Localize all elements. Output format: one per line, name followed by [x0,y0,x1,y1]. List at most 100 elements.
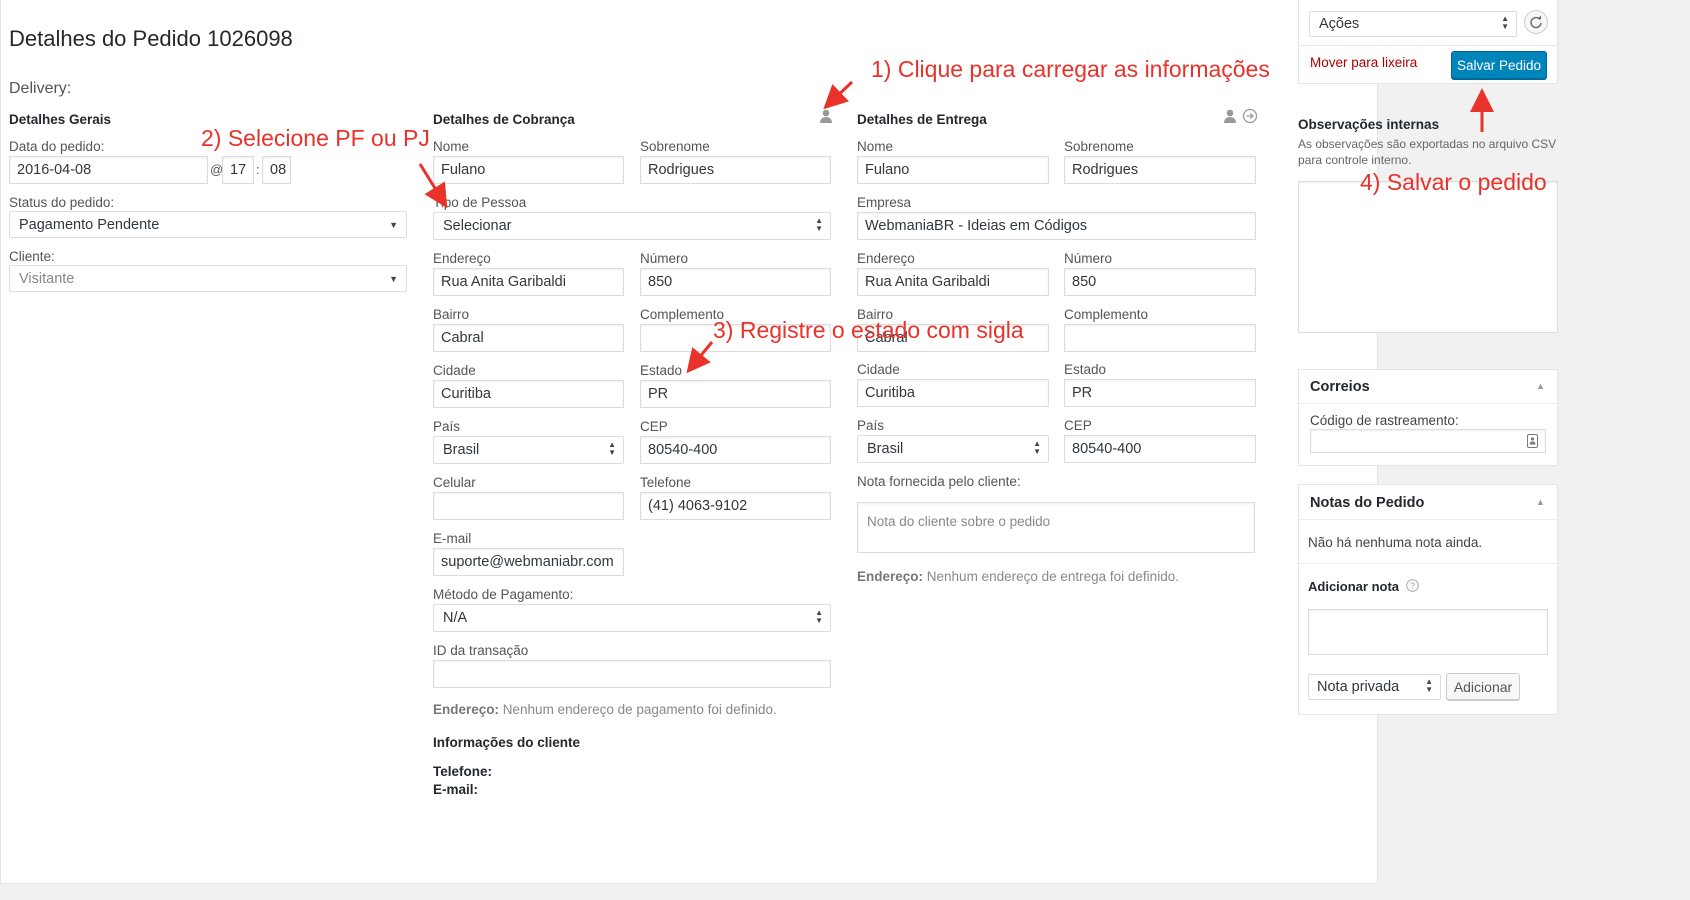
save-order-button[interactable]: Salvar Pedido [1451,51,1547,79]
billing-details-heading: Detalhes de Cobrança [433,112,575,127]
load-billing-user-icon[interactable] [818,108,834,124]
order-status-label: Status do pedido: [9,195,115,210]
delivery-label: Delivery: [9,80,72,97]
page-title: Detalhes do Pedido 1026098 [9,26,293,51]
customer-select[interactable]: Visitante ▼ [9,265,407,292]
select-arrows-icon: ▲ ▼ [1033,439,1041,456]
customer-note-label: Nota fornecida pelo cliente: [857,474,1021,489]
billing-state-input[interactable]: PR [640,380,831,408]
internal-notes-heading: Observações internas [1298,117,1440,132]
billing-first-name-input[interactable]: Fulano [433,156,624,184]
no-notes-text: Não há nenhuma nota ainda. [1308,535,1483,550]
shipping-country-value: Brasil [867,441,904,457]
billing-address-note-text: Nenhum endereço de pagamento foi definid… [499,702,777,717]
shipping-first-name-label: Nome [857,139,894,154]
general-details-heading: Detalhes Gerais [9,112,112,127]
order-actions-select[interactable]: Ações ▲ ▼ [1309,11,1517,37]
shipping-details-heading: Detalhes de Entrega [857,112,987,127]
shipping-city-label: Cidade [857,362,900,377]
billing-zip-input[interactable]: 80540-400 [640,436,831,464]
customer-note-textarea[interactable]: Nota do cliente sobre o pedido [857,502,1255,553]
copy-billing-address-icon[interactable] [1242,108,1258,124]
internal-notes-desc-line2: para controle interno. [1298,153,1412,167]
shipping-address-note: Endereço: Nenhum endereço de entrega foi… [857,569,1179,584]
billing-number-input[interactable]: 850 [640,268,831,296]
shipping-first-name-input[interactable]: Fulano [857,156,1049,184]
shipping-address-input[interactable]: Rua Anita Garibaldi [857,268,1049,296]
billing-email-input[interactable]: suporte@webmaniabr.com [433,548,624,576]
add-note-textarea[interactable] [1308,609,1548,655]
billing-neighborhood-label: Bairro [433,307,470,322]
add-note-button[interactable]: Adicionar [1446,673,1520,700]
client-email-label: E-mail: [433,782,479,797]
chevron-down-icon: ▼ [389,274,398,284]
svg-text:?: ? [1410,581,1415,591]
billing-country-select[interactable]: Brasil ▲ ▼ [433,436,624,464]
payment-method-select[interactable]: N/A ▲ ▼ [433,604,831,632]
shipping-company-input[interactable]: WebmaniaBR - Ideias em Códigos [857,212,1256,240]
actions-divider [1299,45,1557,46]
billing-last-name-input[interactable]: Rodrigues [640,156,831,184]
customer-value: Visitante [19,271,75,287]
order-status-select[interactable]: Pagamento Pendente ▼ [9,211,407,238]
move-to-trash-link[interactable]: Mover para lixeira [1310,55,1417,70]
add-note-divider [1299,563,1557,564]
help-icon[interactable]: ? [1406,579,1419,592]
order-status-value: Pagamento Pendente [19,217,160,233]
select-arrows-icon: ▲ ▼ [815,608,823,625]
billing-neighborhood-input[interactable]: Cabral [433,324,624,352]
billing-phone-label: Telefone [640,475,692,490]
transaction-id-input[interactable] [433,660,831,688]
shipping-last-name-input[interactable]: Rodrigues [1064,156,1256,184]
shipping-complement-input[interactable] [1064,324,1256,352]
payment-method-value: N/A [443,610,468,626]
order-date-input[interactable]: 2016-04-08 [9,156,208,184]
billing-country-value: Brasil [443,442,480,458]
refresh-icon [1530,15,1542,29]
billing-city-input[interactable]: Curitiba [433,380,624,408]
billing-address-input[interactable]: Rua Anita Garibaldi [433,268,624,296]
load-shipping-user-icon[interactable] [1222,108,1238,124]
order-actions-value: Ações [1319,16,1360,32]
shipping-address-note-text: Nenhum endereço de entrega foi definido. [923,569,1179,584]
order-hour-input[interactable]: 17 [222,156,254,184]
shipping-address-label: Endereço [857,251,915,266]
billing-cell-input[interactable] [433,492,624,520]
shipping-country-label: País [857,418,885,433]
select-arrows-icon: ▲ ▼ [1501,14,1509,31]
internal-notes-textarea[interactable] [1298,181,1558,333]
billing-person-type-label: Tipo de Pessoa [433,195,527,210]
refresh-button[interactable] [1524,10,1548,34]
shipping-city-input[interactable]: Curitiba [857,379,1049,407]
collapse-arrow-icon[interactable]: ▲ [1536,497,1545,507]
shipping-zip-input[interactable]: 80540-400 [1064,435,1256,463]
annotation-step2: 2) Selecione PF ou PJ [201,125,430,151]
correios-title: Correios [1310,379,1370,395]
shipping-last-name-label: Sobrenome [1064,139,1134,154]
shipping-company-label: Empresa [857,195,912,210]
note-type-value: Nota privada [1317,679,1400,695]
order-minute-input[interactable]: 08 [262,156,291,184]
billing-country-label: País [433,419,461,434]
time-colon: : [256,162,260,177]
shipping-number-label: Número [1064,251,1113,266]
tracking-code-label: Código de rastreamento: [1310,413,1459,428]
collapse-arrow-icon[interactable]: ▲ [1536,381,1545,391]
note-type-select[interactable]: Nota privada ▲ ▼ [1308,674,1441,700]
shipping-complement-label: Complemento [1064,307,1149,322]
shipping-number-input[interactable]: 850 [1064,268,1256,296]
client-info-heading: Informações do cliente [433,735,581,750]
shipping-state-input[interactable]: PR [1064,379,1256,407]
shipping-country-select[interactable]: Brasil ▲ ▼ [857,435,1049,463]
transaction-id-label: ID da transação [433,643,529,658]
billing-zip-label: CEP [640,419,668,434]
billing-person-type-select[interactable]: Selecionar ▲ ▼ [433,212,831,240]
customer-label: Cliente: [9,249,55,264]
annotation-step1: 1) Clique para carregar as informações [871,56,1270,82]
select-arrows-icon: ▲ ▼ [815,216,823,233]
tracking-code-input[interactable] [1310,429,1546,453]
select-arrows-icon: ▲ ▼ [608,440,616,457]
billing-email-label: E-mail [433,531,472,546]
billing-address-label: Endereço [433,251,491,266]
billing-phone-input[interactable]: (41) 4063-9102 [640,492,831,520]
